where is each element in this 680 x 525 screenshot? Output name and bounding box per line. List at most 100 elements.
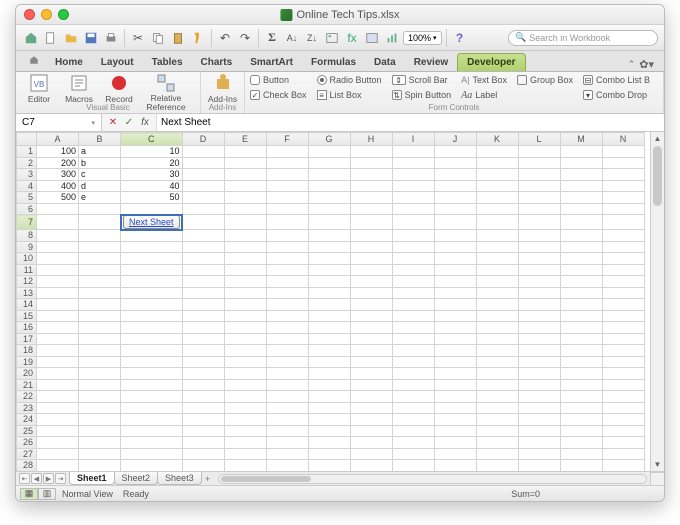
add-sheet-button[interactable]: + bbox=[201, 474, 215, 484]
cell[interactable] bbox=[476, 448, 518, 460]
cell[interactable] bbox=[602, 345, 644, 357]
row-header[interactable]: 19 bbox=[17, 356, 37, 368]
column-header[interactable]: I bbox=[392, 133, 434, 146]
cell[interactable] bbox=[37, 203, 79, 215]
cell[interactable] bbox=[560, 157, 602, 169]
row-header[interactable]: 23 bbox=[17, 402, 37, 414]
formula-input[interactable]: Next Sheet bbox=[156, 114, 664, 131]
cell[interactable] bbox=[308, 437, 350, 449]
cell[interactable] bbox=[350, 345, 392, 357]
cell[interactable] bbox=[350, 192, 392, 204]
cell[interactable] bbox=[434, 241, 476, 253]
column-header[interactable]: M bbox=[560, 133, 602, 146]
cell[interactable] bbox=[121, 437, 183, 449]
cell[interactable] bbox=[392, 448, 434, 460]
cell[interactable] bbox=[434, 146, 476, 158]
cell[interactable] bbox=[602, 425, 644, 437]
cell[interactable] bbox=[224, 287, 266, 299]
cell[interactable]: 50 bbox=[121, 192, 183, 204]
cell[interactable] bbox=[392, 180, 434, 192]
cell[interactable] bbox=[182, 180, 224, 192]
cell[interactable] bbox=[308, 169, 350, 181]
paste-icon[interactable] bbox=[169, 29, 187, 47]
cell[interactable] bbox=[434, 322, 476, 334]
cell[interactable] bbox=[560, 241, 602, 253]
cell[interactable] bbox=[350, 310, 392, 322]
cell[interactable] bbox=[602, 276, 644, 288]
cell[interactable] bbox=[518, 356, 560, 368]
cell[interactable]: Next Sheet bbox=[121, 215, 183, 230]
cell[interactable] bbox=[182, 230, 224, 242]
cell[interactable] bbox=[602, 192, 644, 204]
cell[interactable] bbox=[121, 276, 183, 288]
cell[interactable] bbox=[476, 379, 518, 391]
cell[interactable] bbox=[350, 169, 392, 181]
cell[interactable] bbox=[476, 368, 518, 380]
cell[interactable] bbox=[79, 203, 121, 215]
cell[interactable] bbox=[37, 230, 79, 242]
cell[interactable] bbox=[602, 215, 644, 230]
record-button[interactable]: Record bbox=[101, 73, 137, 104]
cell[interactable] bbox=[182, 146, 224, 158]
cell[interactable]: d bbox=[79, 180, 121, 192]
cell[interactable] bbox=[79, 356, 121, 368]
cell[interactable] bbox=[224, 241, 266, 253]
cell[interactable] bbox=[79, 379, 121, 391]
cell[interactable] bbox=[560, 310, 602, 322]
column-header[interactable]: J bbox=[434, 133, 476, 146]
cell[interactable] bbox=[224, 157, 266, 169]
cell[interactable] bbox=[476, 425, 518, 437]
cell[interactable] bbox=[602, 180, 644, 192]
cell[interactable] bbox=[602, 460, 644, 472]
cell[interactable] bbox=[224, 203, 266, 215]
tab-charts[interactable]: Charts bbox=[192, 54, 242, 71]
cell[interactable] bbox=[518, 322, 560, 334]
cell[interactable] bbox=[37, 425, 79, 437]
cell[interactable] bbox=[392, 276, 434, 288]
column-header[interactable]: G bbox=[308, 133, 350, 146]
help-icon[interactable]: ? bbox=[451, 29, 469, 47]
cell[interactable] bbox=[266, 203, 308, 215]
cell[interactable]: 400 bbox=[37, 180, 79, 192]
cell[interactable]: 200 bbox=[37, 157, 79, 169]
home-toolbar-icon[interactable] bbox=[22, 29, 40, 47]
cell[interactable] bbox=[224, 322, 266, 334]
cell[interactable] bbox=[266, 448, 308, 460]
tab-home[interactable]: Home bbox=[46, 54, 92, 71]
cell[interactable] bbox=[392, 157, 434, 169]
cell[interactable] bbox=[434, 333, 476, 345]
cell[interactable] bbox=[182, 425, 224, 437]
cell[interactable] bbox=[602, 356, 644, 368]
cell[interactable] bbox=[392, 146, 434, 158]
cell[interactable] bbox=[392, 402, 434, 414]
cell[interactable] bbox=[37, 322, 79, 334]
cell[interactable] bbox=[476, 460, 518, 472]
cell[interactable] bbox=[350, 276, 392, 288]
cell[interactable] bbox=[476, 180, 518, 192]
cell[interactable] bbox=[121, 368, 183, 380]
cell[interactable] bbox=[434, 192, 476, 204]
cell[interactable] bbox=[518, 192, 560, 204]
cell[interactable] bbox=[602, 169, 644, 181]
cell[interactable] bbox=[37, 241, 79, 253]
cell[interactable] bbox=[518, 414, 560, 426]
tab-layout[interactable]: Layout bbox=[92, 54, 143, 71]
column-header[interactable]: B bbox=[79, 133, 121, 146]
cell[interactable] bbox=[266, 241, 308, 253]
cell[interactable] bbox=[308, 425, 350, 437]
cell[interactable] bbox=[350, 437, 392, 449]
fc-groupbox[interactable]: Group Box bbox=[517, 73, 573, 87]
cell[interactable] bbox=[518, 391, 560, 403]
cell[interactable] bbox=[121, 230, 183, 242]
minimize-window-button[interactable] bbox=[41, 9, 52, 20]
cell[interactable] bbox=[308, 241, 350, 253]
cell[interactable] bbox=[602, 437, 644, 449]
cell[interactable] bbox=[434, 215, 476, 230]
cell[interactable] bbox=[476, 345, 518, 357]
cell[interactable] bbox=[476, 146, 518, 158]
cell[interactable] bbox=[350, 414, 392, 426]
cell[interactable] bbox=[308, 379, 350, 391]
tab-next-icon[interactable]: ▶ bbox=[43, 473, 54, 484]
cell[interactable] bbox=[182, 437, 224, 449]
normal-view-button[interactable]: ▦ bbox=[20, 488, 38, 500]
